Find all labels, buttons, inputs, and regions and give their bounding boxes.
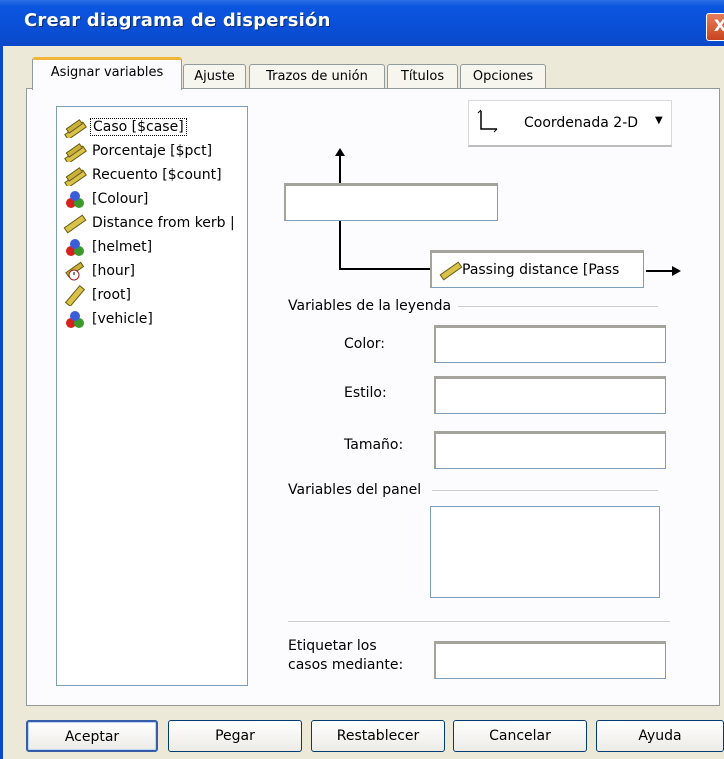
chevron-down-icon: ▼ — [655, 115, 663, 126]
list-item[interactable]: [Colour] — [62, 187, 150, 211]
reset-button[interactable]: Restablecer — [311, 720, 445, 752]
window-frame — [0, 46, 3, 759]
color-field[interactable] — [434, 325, 666, 363]
label-cases-field[interactable] — [434, 641, 666, 679]
tab-options[interactable]: Opciones — [460, 64, 546, 88]
scale-ruler-icon — [62, 284, 88, 308]
list-item[interactable]: [hour] — [62, 259, 137, 283]
style-field[interactable] — [434, 376, 666, 414]
size-field[interactable] — [434, 431, 666, 469]
list-item[interactable]: Distance from kerb | — [62, 211, 237, 235]
title-bar: Crear diagrama de dispersión X — [0, 0, 724, 46]
scale-ruler-icon — [438, 259, 464, 285]
scale-ruler-icon — [62, 116, 88, 141]
y-axis-drop-zone[interactable] — [284, 183, 498, 221]
close-button[interactable]: X — [706, 13, 724, 41]
label-cases-label: Etiquetar los casos mediante: — [288, 638, 404, 673]
list-item[interactable]: Caso [$case] — [62, 115, 187, 141]
window-title: Crear diagrama de dispersión — [24, 10, 331, 31]
x-axis-drop-zone[interactable]: Passing distance [Pass — [430, 250, 644, 288]
panel-heading: Variables del panel — [288, 482, 422, 498]
divider — [458, 306, 658, 307]
x-axis-arrow — [646, 266, 681, 276]
variable-list[interactable]: Caso [$case] Porcentaje [$pct] Recuento … — [56, 106, 248, 686]
nominal-icon — [62, 308, 88, 330]
color-label: Color: — [344, 336, 386, 352]
cancel-button[interactable]: Cancelar — [453, 720, 587, 752]
close-icon: X — [713, 16, 724, 35]
scale-ruler-icon — [62, 212, 88, 234]
list-item[interactable]: Porcentaje [$pct] — [62, 139, 214, 165]
accept-button[interactable]: Aceptar — [26, 720, 158, 752]
tab-assign-variables[interactable]: Asignar variables — [32, 57, 182, 90]
coordinate-dropdown[interactable]: Coordenada 2-D ▼ — [468, 100, 672, 147]
tab-titles[interactable]: Títulos — [387, 64, 458, 88]
scale-ruler-icon — [62, 164, 88, 189]
y-axis-arrow — [335, 148, 345, 186]
divider — [432, 490, 658, 491]
nominal-icon — [62, 188, 88, 210]
style-label: Estilo: — [344, 385, 387, 401]
help-button[interactable]: Ayuda — [596, 720, 724, 752]
tab-join-lines[interactable]: Trazos de unión — [249, 64, 385, 88]
axis-connector — [339, 221, 430, 270]
panel-variables-field[interactable] — [430, 506, 660, 598]
paste-button[interactable]: Pegar — [168, 720, 302, 752]
tab-fit[interactable]: Ajuste — [183, 64, 246, 88]
time-scale-icon — [62, 260, 88, 282]
list-item[interactable]: [root] — [62, 283, 133, 308]
axes-2d-icon — [477, 109, 499, 137]
list-item[interactable]: Recuento [$count] — [62, 163, 224, 189]
size-label: Tamaño: — [344, 437, 404, 453]
list-item[interactable]: [vehicle] — [62, 307, 155, 331]
list-item[interactable]: [helmet] — [62, 235, 154, 259]
scale-ruler-icon — [62, 140, 88, 165]
divider — [288, 621, 670, 622]
nominal-icon — [62, 236, 88, 258]
legend-heading: Variables de la leyenda — [288, 298, 452, 314]
